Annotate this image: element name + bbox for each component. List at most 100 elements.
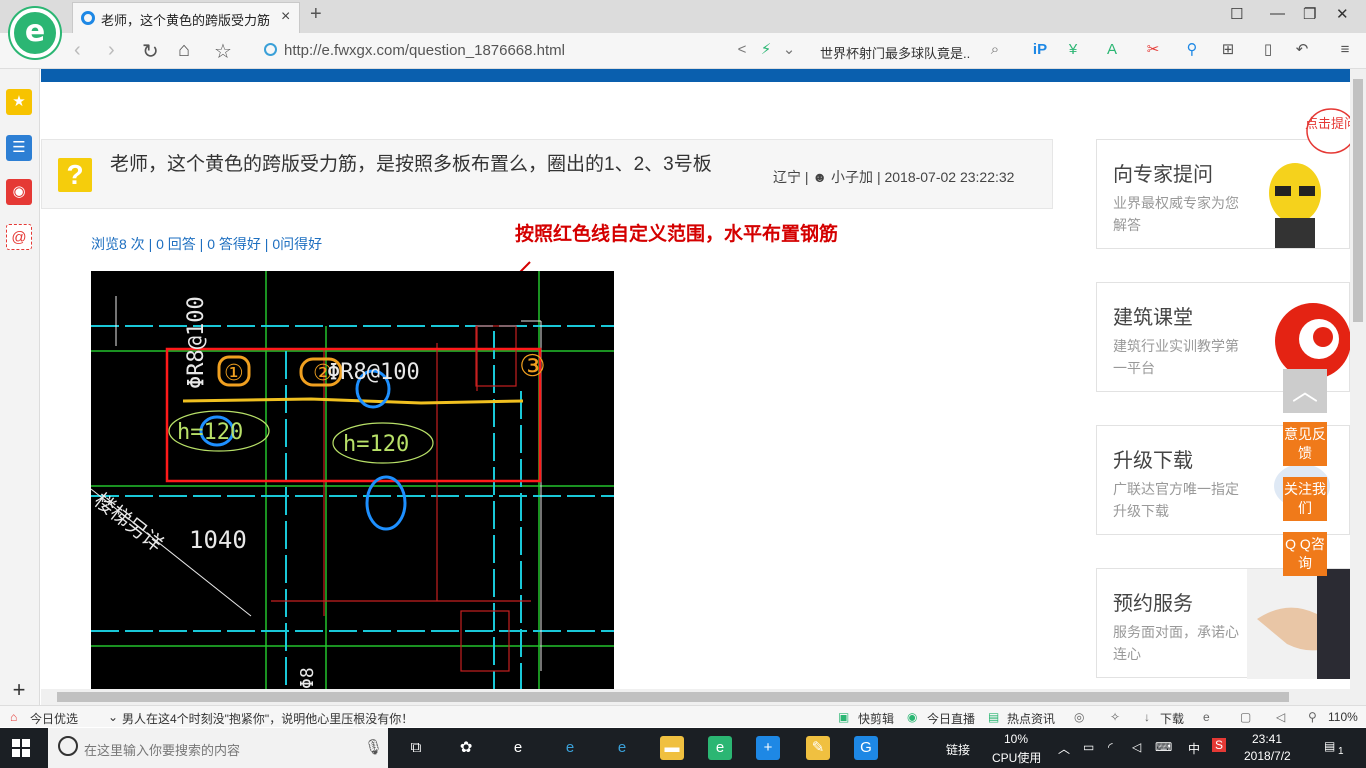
clock-time[interactable]: 23:41 <box>1252 732 1282 746</box>
scissors-icon[interactable]: ✂ <box>1144 41 1162 59</box>
live-icon: ◉ <box>907 710 918 724</box>
cpu-label: CPU使用 <box>992 751 1042 765</box>
news-ticker[interactable]: 男人在这4个时刻没"抱紧你"，说明他心里压根没有你！ <box>122 710 413 727</box>
weibo-icon[interactable]: ◉ <box>6 179 32 205</box>
volume-icon[interactable]: ◁ <box>1132 740 1141 754</box>
annotation-text: 按照红色线自定义范围，水平布置钢筋 <box>515 223 839 245</box>
microphone-icon[interactable]: 🎙︎ <box>364 738 383 756</box>
chevron-down-icon[interactable]: ⌄ <box>108 710 118 724</box>
follow-us-button[interactable]: 关注我们 <box>1283 477 1327 521</box>
favorite-star-button[interactable]: ☆ <box>214 39 232 64</box>
cad-white-lines <box>91 296 542 671</box>
minimize-button[interactable]: — <box>1270 5 1285 22</box>
notification-icon[interactable]: ▤ <box>1324 739 1335 753</box>
windows-taskbar: 在这里输入你要搜索的内容 🎙︎ ⧉ ✿ e e e ▬ e + ✎ G 链接 1… <box>0 728 1366 768</box>
question-meta: 辽宁 | ☻ 小子加 | 2018-07-02 23:22:32 <box>773 169 1015 185</box>
windows-start-icon[interactable] <box>12 739 30 757</box>
search-input[interactable]: 世界杯射门最多球队竟是.. <box>820 43 985 62</box>
apps-grid-icon[interactable]: ⊞ <box>1219 41 1237 59</box>
notes-app-icon[interactable]: ✎ <box>806 736 830 760</box>
keyboard-icon[interactable]: ⌨ <box>1155 740 1172 754</box>
address-bar[interactable]: http://e.fwxgx.com/question_1876668.html <box>258 37 803 65</box>
window-icon[interactable]: ▢ <box>1240 710 1251 724</box>
ip-extension-icon[interactable]: iP <box>1031 41 1049 59</box>
email-icon[interactable]: @ <box>6 224 32 250</box>
zoom-icon[interactable]: ⚲ <box>1308 710 1317 724</box>
tablet-icon[interactable]: ▯ <box>1259 41 1277 59</box>
g-app-icon[interactable]: G <box>854 736 878 760</box>
clock-date[interactable]: 2018/7/2 <box>1244 749 1291 763</box>
stair-note: 楼梯另详 <box>91 488 168 556</box>
search-icon[interactable]: ⌕ <box>986 41 1004 59</box>
reading-list-icon[interactable]: ☰ <box>6 135 32 161</box>
magnifier-icon[interactable]: ⚲ <box>1183 41 1201 59</box>
tab-close-button[interactable]: × <box>281 8 290 26</box>
chevron-up-icon[interactable]: ︿ <box>1058 740 1070 757</box>
pin-icon[interactable]: ✧ <box>1110 710 1120 724</box>
back-button[interactable]: ‹ <box>74 39 81 62</box>
taskbar-search-input[interactable]: 在这里输入你要搜索的内容 <box>84 740 240 759</box>
cad-drawing-image[interactable]: ① ② ③ ΦR8@100 ΦR8@100 h=120 h=120 1040 楼… <box>91 271 614 689</box>
card-appointment[interactable]: 预约服务 服务面对面，承诺心连心 <box>1096 568 1350 679</box>
ime-indicator[interactable]: 中 <box>1188 740 1200 757</box>
active-browser-icon[interactable]: e <box>708 736 732 760</box>
shirt-skin-icon[interactable]: ☐ <box>1230 5 1243 23</box>
network-icon[interactable]: ◎ <box>1074 710 1084 724</box>
link-tray[interactable]: 链接 <box>946 741 970 758</box>
reload-button[interactable]: ↻ <box>142 39 159 64</box>
favorites-star-icon[interactable]: ★ <box>6 89 32 115</box>
undo-icon[interactable]: ↶ <box>1293 41 1311 59</box>
quick-edit-link[interactable]: 快剪辑 <box>858 710 894 727</box>
restore-button[interactable]: ❐ <box>1303 5 1316 23</box>
browser-logo[interactable]: e <box>10 8 60 58</box>
wifi-icon[interactable]: ◜ <box>1108 740 1113 754</box>
home-button[interactable]: ⌂ <box>178 39 190 62</box>
sound-icon[interactable]: ◁ <box>1276 710 1285 724</box>
vertical-scrollbar[interactable] <box>1350 69 1366 705</box>
feedback-button[interactable]: 意见反馈 <box>1283 422 1327 466</box>
browser-status-bar: ⌂ 今日优选 ⌄ 男人在这4个时刻没"抱紧你"，说明他心里压根没有你！ ▣ 快剪… <box>0 705 1366 727</box>
share-icon[interactable]: < <box>733 41 751 59</box>
ask-bubble[interactable]: 点击提问 <box>1305 107 1350 159</box>
file-explorer-icon[interactable]: ▬ <box>660 736 684 760</box>
web-page: ? 老师，这个黄色的跨版受力筋，是按照多板布置么，圈出的1、2、3号板 辽宁 |… <box>41 69 1350 689</box>
url-text[interactable]: http://e.fwxgx.com/question_1876668.html <box>284 42 565 59</box>
browser-app-icon[interactable]: e <box>558 736 582 760</box>
zoom-level[interactable]: 110% <box>1328 710 1358 724</box>
question-stats: 浏览8 次 | 0 回答 | 0 答得好 | 0问得好 <box>91 236 323 252</box>
lightning-icon[interactable]: ⚡ <box>757 41 775 59</box>
forward-button[interactable]: › <box>108 39 115 62</box>
menu-icon[interactable]: ≡ <box>1336 41 1354 59</box>
download-link[interactable]: 下载 <box>1160 710 1184 727</box>
card-subtitle: 广联达官方唯一指定升级下载 <box>1113 481 1239 519</box>
shield-yen-icon[interactable]: ¥ <box>1064 41 1082 59</box>
search-box[interactable]: 世界杯射门最多球队竟是.. ⌕ <box>812 37 1008 65</box>
today-pick-link[interactable]: 今日优选 <box>30 710 78 727</box>
plus-app-icon[interactable]: + <box>756 736 780 760</box>
new-tab-button[interactable]: + <box>310 3 322 26</box>
handshake-image <box>1247 569 1350 679</box>
question-author[interactable]: 小子加 <box>831 169 873 185</box>
taskbar-search[interactable]: 在这里输入你要搜索的内容 🎙︎ <box>48 728 388 768</box>
ie-icon[interactable]: e <box>610 736 634 760</box>
card-subtitle: 服务面对面，承诺心连心 <box>1113 624 1239 662</box>
chevron-down-icon[interactable]: ⌄ <box>780 41 798 59</box>
back-to-top-button[interactable]: ︿ <box>1283 369 1327 413</box>
close-window-button[interactable]: ✕ <box>1336 5 1349 23</box>
download-icon[interactable]: ↓ <box>1144 710 1150 724</box>
battery-icon[interactable]: ▭ <box>1083 740 1094 754</box>
hot-news-link[interactable]: 热点资讯 <box>1007 710 1055 727</box>
translate-icon[interactable]: A <box>1103 41 1121 59</box>
add-sidebar-icon[interactable]: + <box>6 677 32 703</box>
ie-mode-icon[interactable]: e <box>1203 710 1210 724</box>
task-view-icon[interactable]: ⧉ <box>404 736 428 760</box>
horizontal-scroll-thumb[interactable] <box>57 692 1289 702</box>
horizontal-scrollbar[interactable] <box>41 689 1350 705</box>
fan-app-icon[interactable]: ✿ <box>454 736 478 760</box>
edge-icon[interactable]: e <box>506 736 530 760</box>
live-link[interactable]: 今日直播 <box>927 710 975 727</box>
vertical-scroll-thumb[interactable] <box>1353 79 1363 322</box>
qq-consult-button[interactable]: Q Q咨询 <box>1283 532 1327 576</box>
sogou-icon[interactable]: S <box>1212 738 1227 752</box>
browser-tab[interactable]: 老师，这个黄色的跨版受力筋，是按照多板布置么，圈出的1、2、3号板 × <box>72 2 300 33</box>
